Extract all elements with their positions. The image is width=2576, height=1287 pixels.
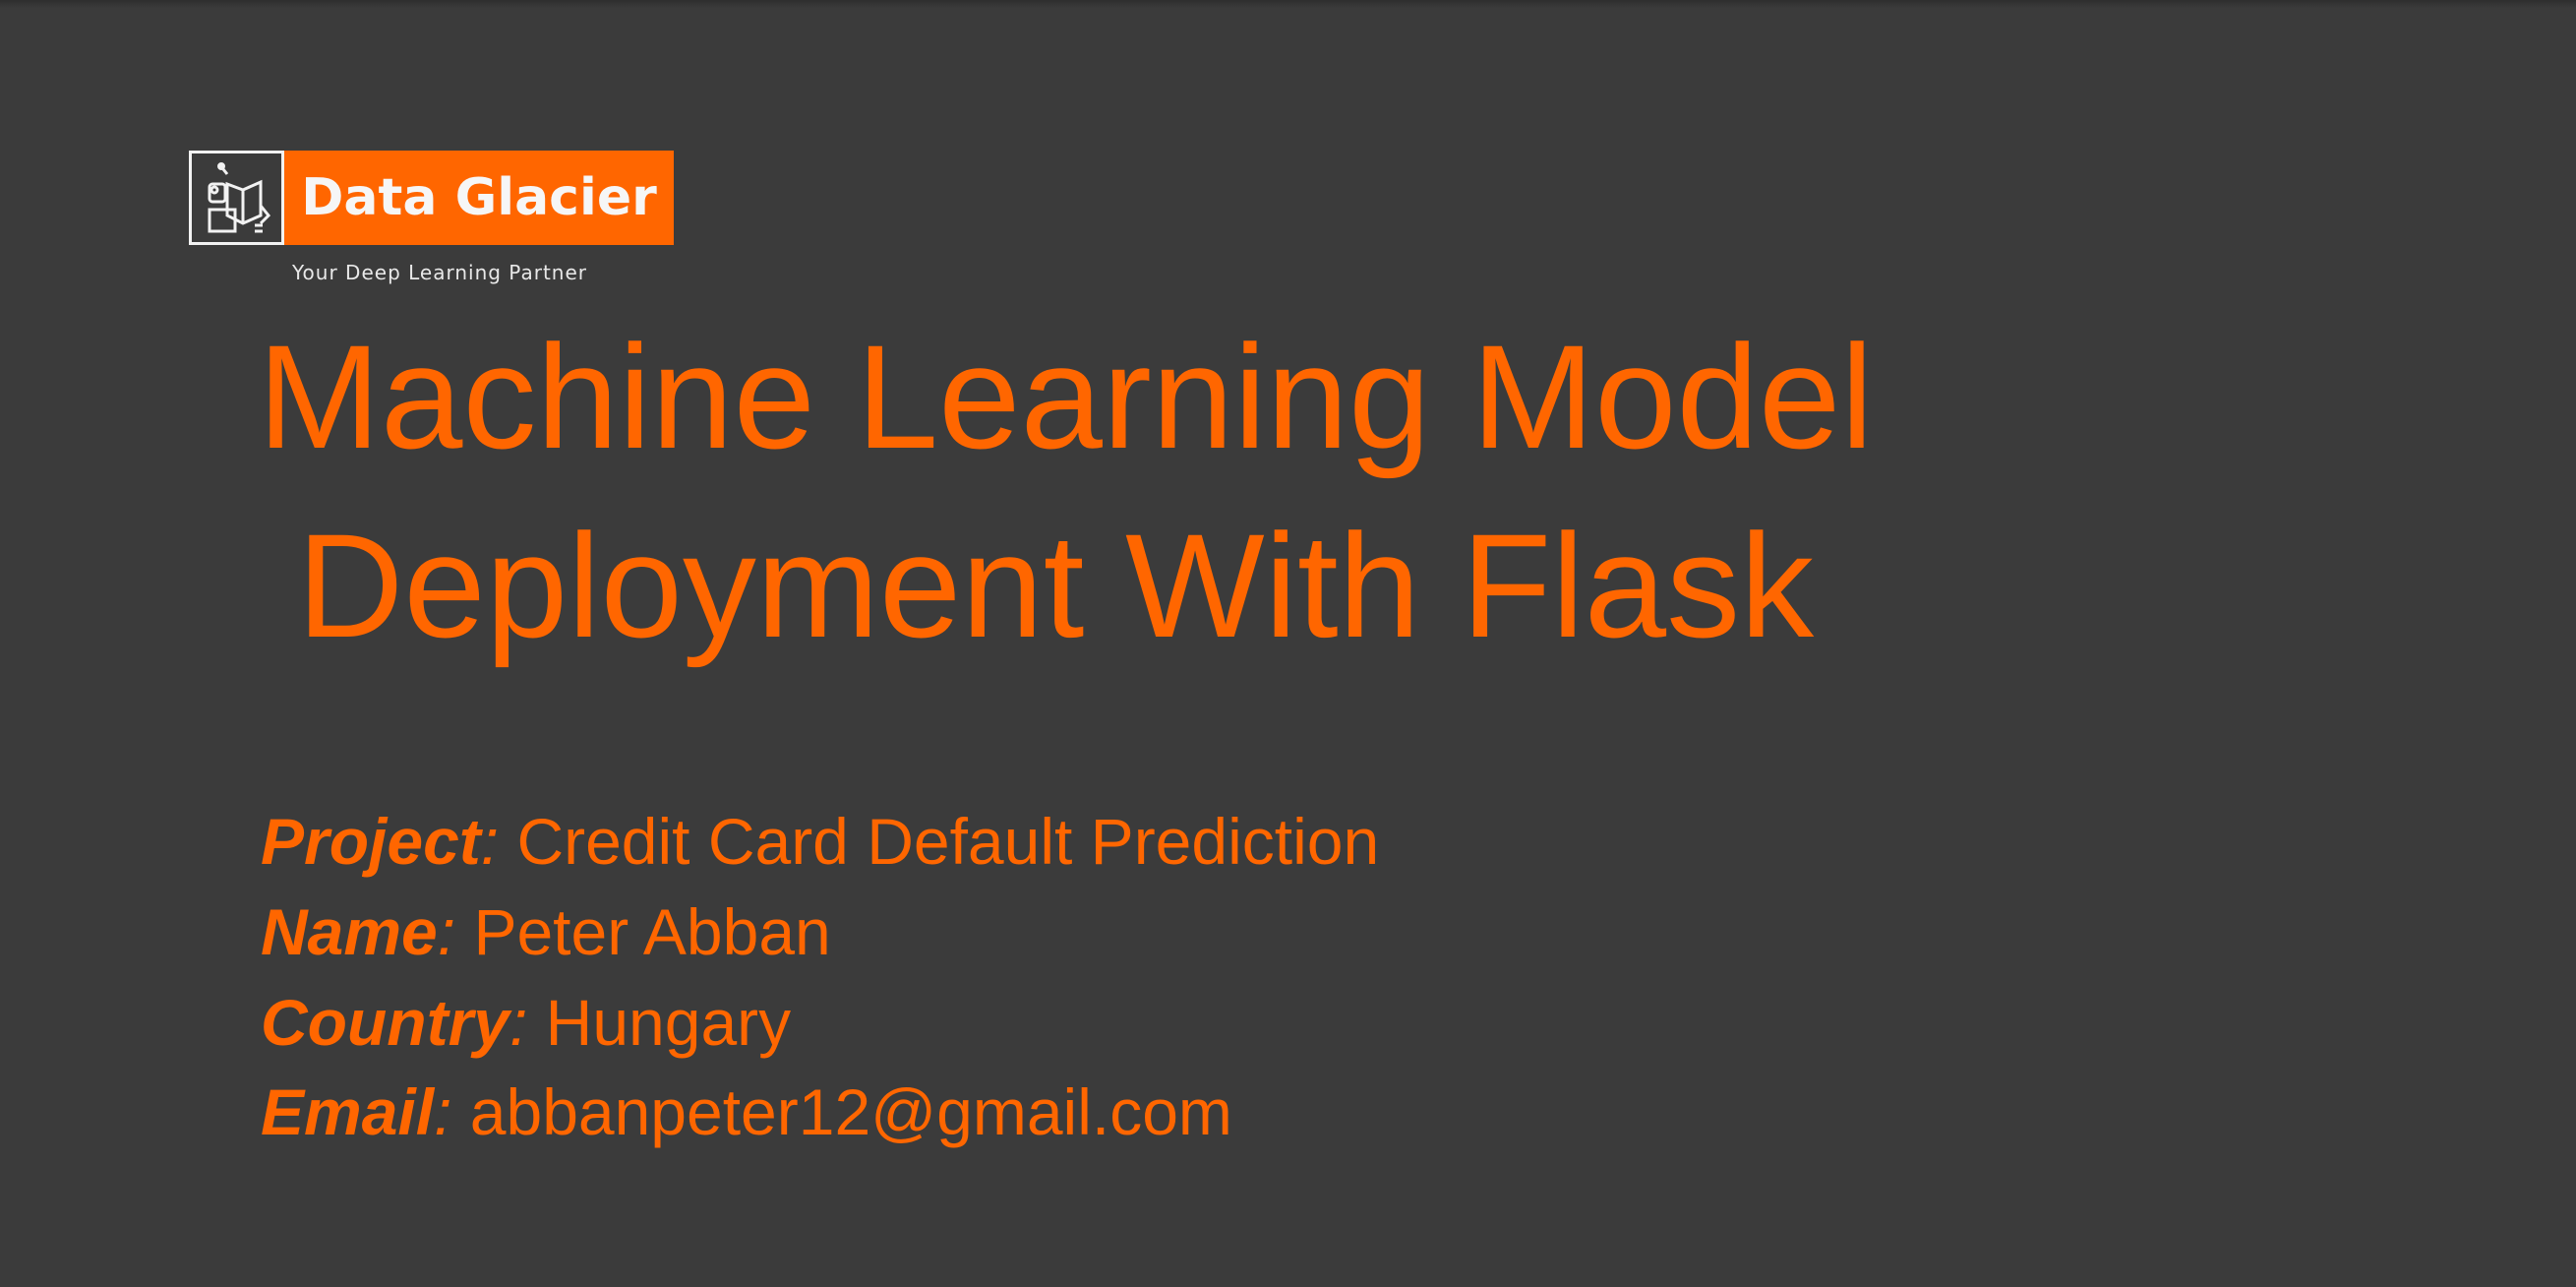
title-line-1: Machine Learning Model (258, 314, 1874, 479)
detail-label: Name (261, 895, 438, 968)
detail-value: Hungary (545, 986, 792, 1059)
data-glacier-logo: Data Glacier (189, 151, 674, 245)
top-shadow (0, 0, 2576, 8)
title-line-2: Deployment With Flask (297, 503, 1815, 668)
detail-value: Credit Card Default Prediction (516, 805, 1380, 878)
detail-label: Country (261, 986, 509, 1059)
detail-name: Name: Peter Abban (261, 895, 831, 968)
detail-value: abbanpeter12@gmail.com (469, 1075, 1232, 1148)
detail-value: Peter Abban (473, 895, 831, 968)
logo-tagline: Your Deep Learning Partner (292, 261, 587, 284)
detail-label: Email (261, 1075, 435, 1148)
detail-label: Project (261, 805, 481, 878)
robot-reading-book-icon (189, 151, 284, 245)
detail-email: Email: abbanpeter12@gmail.com (261, 1075, 1232, 1148)
detail-project: Project: Credit Card Default Prediction (261, 805, 1380, 878)
logo-name: Data Glacier (284, 151, 674, 245)
detail-country: Country: Hungary (261, 986, 792, 1059)
